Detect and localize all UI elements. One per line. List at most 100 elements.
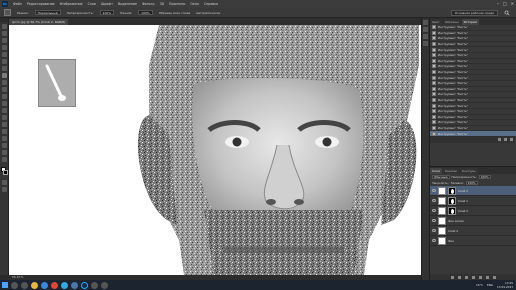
- layer-mask-thumbnail[interactable]: [448, 196, 456, 205]
- tab-swatches[interactable]: Образцы: [442, 19, 461, 25]
- telegram-icon[interactable]: [61, 281, 68, 289]
- menu-edit[interactable]: Редактирование: [27, 2, 55, 6]
- browser-icon[interactable]: [41, 281, 48, 289]
- media-icon[interactable]: [101, 281, 108, 289]
- healing-brush-icon[interactable]: [2, 66, 7, 71]
- marquee-tool-icon[interactable]: [2, 31, 7, 36]
- adjustments-panel-icon[interactable]: [423, 41, 428, 46]
- brush-panel-icon[interactable]: [423, 34, 428, 39]
- lasso-tool-icon[interactable]: [2, 38, 7, 43]
- brush-tool-icon[interactable]: [2, 73, 7, 78]
- delete-layer-icon[interactable]: [493, 275, 496, 279]
- layer-thumbnail[interactable]: [438, 206, 446, 215]
- layer-name[interactable]: Слой 1: [458, 199, 468, 203]
- layer-row[interactable]: Слой 3: [430, 206, 516, 216]
- history-brush-icon[interactable]: [2, 87, 7, 92]
- vk-icon[interactable]: [71, 281, 78, 289]
- quick-mask-icon[interactable]: [2, 180, 7, 185]
- visibility-eye-icon[interactable]: [432, 209, 436, 212]
- menu-window[interactable]: Окно: [190, 2, 198, 6]
- maximize-button[interactable]: □: [503, 1, 507, 6]
- minimize-button[interactable]: –: [497, 1, 499, 6]
- explorer-icon[interactable]: [31, 281, 38, 289]
- layer-row[interactable]: Фон копия: [430, 216, 516, 226]
- tab-layers[interactable]: Слои: [430, 168, 442, 174]
- link-layers-icon[interactable]: [451, 275, 454, 279]
- layer-row[interactable]: Фон: [430, 236, 516, 246]
- eyedropper-tool-icon[interactable]: [2, 59, 7, 64]
- crop-tool-icon[interactable]: [2, 52, 7, 57]
- layer-thumbnail[interactable]: [438, 226, 446, 235]
- properties-panel-icon[interactable]: [423, 27, 428, 32]
- blur-tool-icon[interactable]: [2, 108, 7, 113]
- tool-preset-icon[interactable]: [4, 9, 11, 16]
- tab-paths[interactable]: Контуры: [459, 168, 478, 174]
- clone-stamp-icon[interactable]: [2, 80, 7, 85]
- eraser-tool-icon[interactable]: [2, 94, 7, 99]
- layer-mask-thumbnail[interactable]: [448, 186, 456, 195]
- blend-mode-select[interactable]: Обычные: [432, 175, 450, 179]
- menu-image[interactable]: Изображение: [60, 2, 83, 6]
- fill-field[interactable]: 100%: [465, 181, 478, 185]
- layer-thumbnail[interactable]: [438, 186, 446, 195]
- mode-select[interactable]: Нормальный: [34, 10, 61, 15]
- adjustment-layer-icon[interactable]: [472, 275, 475, 279]
- clock[interactable]: 13:45 13.09.2021: [497, 281, 513, 289]
- menu-file[interactable]: Файл: [13, 2, 22, 6]
- visibility-eye-icon[interactable]: [432, 219, 436, 222]
- visibility-eye-icon[interactable]: [432, 189, 436, 192]
- layer-name[interactable]: Слой 4: [448, 229, 458, 233]
- gradient-tool-icon[interactable]: [2, 101, 7, 106]
- windows-start-icon[interactable]: [2, 282, 8, 288]
- menu-3d[interactable]: 3D: [160, 2, 164, 6]
- menu-view[interactable]: Просмотр: [169, 2, 185, 6]
- trash-icon[interactable]: [510, 138, 513, 142]
- layer-row[interactable]: Слой 4: [430, 226, 516, 236]
- workspace-select[interactable]: Основная рабочая среда: [450, 10, 498, 16]
- document-canvas[interactable]: [9, 25, 421, 275]
- visibility-eye-icon[interactable]: [432, 239, 436, 242]
- layer-name[interactable]: Фон копия: [448, 219, 464, 223]
- menu-type[interactable]: Шрифт: [101, 2, 113, 6]
- type-tool-icon[interactable]: [2, 129, 7, 134]
- layer-name[interactable]: Фон: [448, 239, 454, 243]
- layer-mask-thumbnail[interactable]: [448, 206, 456, 215]
- weather-text[interactable]: 16°C: [476, 283, 483, 287]
- pen-tool-icon[interactable]: [2, 122, 7, 127]
- task-view-icon[interactable]: [21, 281, 28, 289]
- layer-opacity-field[interactable]: 100%: [478, 175, 491, 179]
- add-mask-icon[interactable]: [465, 275, 468, 279]
- hand-tool-icon[interactable]: [2, 150, 7, 155]
- history-panel-icon[interactable]: [423, 20, 428, 25]
- new-snapshot-icon[interactable]: [504, 138, 507, 142]
- layer-row[interactable]: Слой 1: [430, 196, 516, 206]
- background-color[interactable]: [3, 170, 8, 175]
- screen-mode-icon[interactable]: [2, 187, 7, 192]
- group-icon[interactable]: [479, 275, 482, 279]
- language-indicator[interactable]: ENG: [487, 283, 493, 287]
- menu-layers[interactable]: Слои: [88, 2, 96, 6]
- layer-thumbnail[interactable]: [438, 196, 446, 205]
- new-layer-icon[interactable]: [486, 275, 489, 279]
- layer-name[interactable]: Слой 2: [458, 189, 468, 193]
- menu-help[interactable]: Справка: [204, 2, 218, 6]
- sample-all-checkbox[interactable]: Образец всех слоев: [159, 11, 190, 15]
- visibility-eye-icon[interactable]: [432, 229, 436, 232]
- flow-field[interactable]: 100%: [138, 10, 153, 15]
- mail-icon[interactable]: [91, 281, 98, 289]
- layer-row[interactable]: Слой 2: [430, 186, 516, 196]
- visibility-eye-icon[interactable]: [432, 199, 436, 202]
- zoom-tool-icon[interactable]: [2, 157, 7, 162]
- photoshop-taskbar-icon[interactable]: [81, 281, 88, 289]
- new-document-icon[interactable]: [498, 138, 501, 142]
- tab-history[interactable]: История: [461, 19, 479, 25]
- opacity-field[interactable]: 100%: [99, 10, 115, 15]
- quick-select-tool-icon[interactable]: [2, 45, 7, 50]
- tab-color[interactable]: Цвет: [430, 19, 442, 25]
- tab-channels[interactable]: Каналы: [442, 168, 459, 174]
- shape-tool-icon[interactable]: [2, 143, 7, 148]
- search-taskbar-icon[interactable]: [11, 281, 18, 289]
- auto-enhance-checkbox[interactable]: Автоматически: [196, 11, 220, 15]
- menu-filter[interactable]: Фильтр: [142, 2, 155, 6]
- toolbar-grip[interactable]: [0, 18, 8, 22]
